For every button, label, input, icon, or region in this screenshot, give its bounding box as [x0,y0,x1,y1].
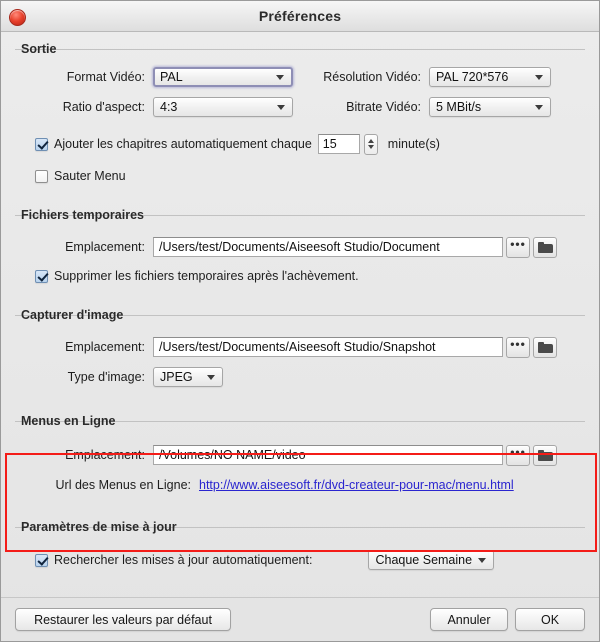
row-image-type: Type d'image: JPEG [15,364,585,390]
temp-location-folder-button[interactable] [533,236,557,258]
menus-location-input[interactable]: /Volumes/NO NAME/video [153,445,503,465]
image-type-label: Type d'image: [67,370,145,384]
folder-icon [537,341,553,353]
section-title-update: Paramètres de mise à jour [21,520,177,534]
menus-location-folder-button[interactable] [533,444,557,466]
aspect-ratio-value: 4:3 [160,100,178,114]
auto-update-label: Rechercher les mises à jour automatiquem… [54,553,313,567]
chevron-down-icon [277,105,285,110]
section-title-snapshot: Capturer d'image [21,308,124,322]
menus-location-label: Emplacement: [65,448,145,462]
temp-location-label: Emplacement: [65,240,145,254]
section-update: Paramètres de mise à jour Rechercher les… [15,518,585,572]
chapter-interval-input[interactable]: 15 [317,134,360,154]
snapshot-location-label: Emplacement: [65,340,145,354]
menus-url-link[interactable]: http://www.aiseesoft.fr/dvd-createur-pou… [199,478,514,492]
section-temp-files: Fichiers temporaires Emplacement: /Users… [15,206,585,288]
resolution-label: Résolution Vidéo: [323,70,421,84]
video-format-select[interactable]: PAL [153,67,293,87]
chapter-interval-stepper[interactable] [363,133,378,155]
row-delete-temp: Supprimer les fichiers temporaires après… [35,264,585,288]
skip-menu-checkbox[interactable] [35,169,48,183]
row-snapshot-location: Emplacement: /Users/test/Documents/Aisee… [15,334,585,360]
section-body-update: Rechercher les mises à jour automatiquem… [15,536,585,572]
stepper-up-icon[interactable] [367,139,374,143]
menus-location-browse-button[interactable]: ••• [506,444,530,466]
chevron-down-icon [478,558,487,563]
chapter-interval-unit: minute(s) [387,137,440,151]
aspect-ratio-select[interactable]: 4:3 [153,97,293,117]
snapshot-location-value: /Users/test/Documents/Aiseesoft Studio/S… [159,340,436,354]
ellipsis-icon: ••• [510,237,526,251]
update-frequency-select[interactable]: Chaque Semaine [368,550,495,570]
chevron-down-icon [207,375,215,380]
cancel-button[interactable]: Annuler [430,608,508,631]
section-title-sortie: Sortie [21,42,57,56]
bitrate-label: Bitrate Vidéo: [346,100,421,114]
bitrate-value: 5 MBit/s [436,100,482,114]
section-divider [15,49,585,50]
chevron-down-icon [535,75,543,80]
update-frequency-value: Chaque Semaine [375,553,473,567]
section-sortie: Sortie Format Vidéo: PAL Résolution Vidé… [15,40,585,188]
preferences-content: Sortie Format Vidéo: PAL Résolution Vidé… [1,32,599,597]
row-skip-menu: Sauter Menu [35,164,585,188]
section-body-temp-files: Emplacement: /Users/test/Documents/Aisee… [15,224,585,288]
image-type-select[interactable]: JPEG [153,367,223,387]
auto-update-checkbox[interactable] [35,553,48,567]
temp-location-browse-button[interactable]: ••• [506,236,530,258]
row-temp-location: Emplacement: /Users/test/Documents/Aisee… [15,234,585,260]
section-body-snapshot: Emplacement: /Users/test/Documents/Aisee… [15,324,585,390]
delete-temp-label: Supprimer les fichiers temporaires après… [54,269,359,283]
section-body-sortie: Format Vidéo: PAL Résolution Vidéo: PAL … [15,58,585,188]
skip-menu-label: Sauter Menu [54,169,126,183]
stepper-down-icon[interactable] [367,145,374,149]
temp-location-value: /Users/test/Documents/Aiseesoft Studio/D… [159,240,440,254]
ok-button[interactable]: OK [515,608,585,631]
chevron-down-icon [276,75,284,80]
folder-icon [537,449,553,461]
ellipsis-icon: ••• [510,445,526,459]
delete-temp-checkbox[interactable] [35,269,48,283]
auto-chapters-checkbox[interactable] [35,137,48,151]
menus-location-value: /Volumes/NO NAME/video [159,448,306,462]
close-icon[interactable] [9,9,26,26]
auto-chapters-label: Ajouter les chapitres automatiquement ch… [54,137,312,151]
image-type-value: JPEG [160,370,193,384]
chapter-interval-value: 15 [322,137,337,151]
title-bar: Préférences [1,1,599,32]
resolution-value: PAL 720*576 [436,70,509,84]
resolution-select[interactable]: PAL 720*576 [429,67,551,87]
snapshot-location-folder-button[interactable] [533,336,557,358]
row-auto-chapters: Ajouter les chapitres automatiquement ch… [35,132,585,156]
video-format-label: Format Vidéo: [66,70,145,84]
snapshot-location-input[interactable]: /Users/test/Documents/Aiseesoft Studio/S… [153,337,503,357]
snapshot-location-browse-button[interactable]: ••• [506,336,530,358]
aspect-ratio-label: Ratio d'aspect: [62,100,145,114]
chevron-down-icon [535,105,543,110]
menus-url-label: Url des Menus en Ligne: [55,478,192,492]
section-online-menus: Menus en Ligne Emplacement: /Volumes/NO … [15,412,585,498]
row-aspect-ratio: Ratio d'aspect: 4:3 Bitrate Vidéo: 5 MBi… [15,94,585,120]
section-title-online-menus: Menus en Ligne [21,414,116,428]
restore-defaults-button[interactable]: Restaurer les valeurs par défaut [15,608,231,631]
page-title: Préférences [258,8,342,24]
folder-icon [537,241,553,253]
section-title-temp-files: Fichiers temporaires [21,208,144,222]
preferences-window: Préférences Sortie Format Vidéo: PAL Rés… [0,0,600,642]
row-menus-url: Url des Menus en Ligne: http://www.aisee… [15,472,585,498]
dialog-footer: Restaurer les valeurs par défaut Annuler… [1,597,599,641]
section-snapshot: Capturer d'image Emplacement: /Users/tes… [15,306,585,390]
ellipsis-icon: ••• [510,337,526,351]
temp-location-input[interactable]: /Users/test/Documents/Aiseesoft Studio/D… [153,237,503,257]
bitrate-select[interactable]: 5 MBit/s [429,97,551,117]
video-format-value: PAL [160,70,183,84]
row-auto-update: Rechercher les mises à jour automatiquem… [35,548,585,572]
row-menus-location: Emplacement: /Volumes/NO NAME/video ••• [15,442,585,468]
row-video-format: Format Vidéo: PAL Résolution Vidéo: PAL … [15,64,585,90]
section-body-online-menus: Emplacement: /Volumes/NO NAME/video ••• … [15,430,585,498]
